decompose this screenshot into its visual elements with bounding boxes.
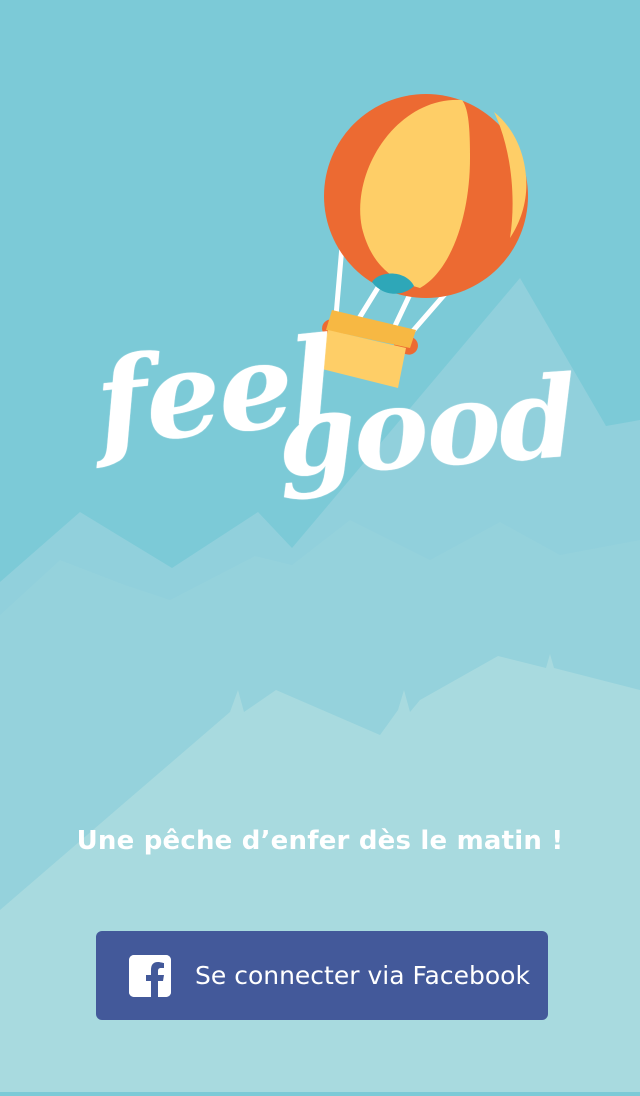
facebook-login-button[interactable]: Se connecter via Facebook <box>96 931 548 1020</box>
logo-text-good: good <box>272 351 580 503</box>
facebook-button-label: Se connecter via Facebook <box>195 961 530 990</box>
app-logo: feel good <box>0 0 640 560</box>
facebook-icon <box>129 955 171 997</box>
tagline: Une pêche d’enfer dès le matin ! <box>76 826 564 856</box>
